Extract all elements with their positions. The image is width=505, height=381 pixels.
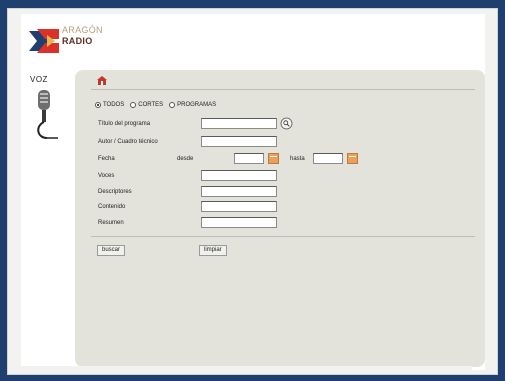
titulo-field[interactable] [201, 118, 277, 129]
contenido-field[interactable] [201, 201, 277, 212]
descriptores-label: Descriptores [98, 189, 132, 195]
limpiar-button[interactable]: limpiar [199, 245, 227, 256]
hasta-label: hasta [290, 156, 305, 162]
radio-label: CORTES [138, 102, 164, 108]
descriptores-field[interactable] [201, 186, 277, 197]
fecha-label: Fecha [98, 156, 115, 162]
hasta-field[interactable] [313, 153, 343, 164]
radio-button[interactable] [169, 102, 176, 108]
page-panel: ARAGÓN RADIO VOZ TODOS CORTES PROGRAMAS … [21, 14, 485, 370]
radio-todos[interactable]: TODOS [95, 102, 124, 108]
desde-label: desde [177, 156, 194, 162]
radio-programas[interactable]: PROGRAMAS [169, 102, 216, 108]
app-frame: ARAGÓN RADIO VOZ TODOS CORTES PROGRAMAS … [7, 8, 498, 375]
desde-field[interactable] [234, 153, 264, 164]
radio-cortes[interactable]: CORTES [130, 102, 163, 108]
aragon-radio-logo: ARAGÓN RADIO [29, 22, 119, 56]
resumen-field[interactable] [201, 217, 277, 228]
voces-label: Voces [98, 173, 115, 179]
contenido-label: Contenido [98, 204, 126, 210]
home-icon[interactable] [97, 76, 107, 85]
brand-line2: RADIO [62, 36, 93, 46]
section-sidebar: VOZ [21, 70, 67, 148]
logo-mark-icon [29, 29, 59, 53]
divider [91, 236, 475, 237]
microphone-icon [37, 90, 58, 139]
radio-label: TODOS [103, 102, 125, 108]
brand-line1: ARAGÓN [62, 25, 103, 35]
search-form-panel: TODOS CORTES PROGRAMAS Título del progra… [75, 70, 485, 367]
section-title: VOZ [30, 75, 48, 84]
footer-bar [8, 366, 472, 374]
autor-label: Autor / Cuadro técnico [98, 139, 158, 145]
radio-button[interactable] [130, 102, 137, 108]
resumen-label: Resumen [98, 220, 124, 226]
radio-button[interactable] [95, 102, 101, 108]
calendar-icon[interactable] [347, 153, 358, 164]
radio-label: PROGRAMAS [177, 102, 217, 108]
autor-field[interactable] [201, 136, 277, 147]
calendar-icon[interactable] [268, 153, 279, 164]
voces-field[interactable] [201, 170, 277, 181]
buscar-button[interactable]: buscar [97, 245, 126, 256]
titulo-label: Título del programa [98, 121, 151, 127]
search-icon[interactable] [280, 117, 293, 130]
content-type-filter: TODOS CORTES PROGRAMAS [95, 102, 216, 108]
divider [91, 89, 475, 90]
